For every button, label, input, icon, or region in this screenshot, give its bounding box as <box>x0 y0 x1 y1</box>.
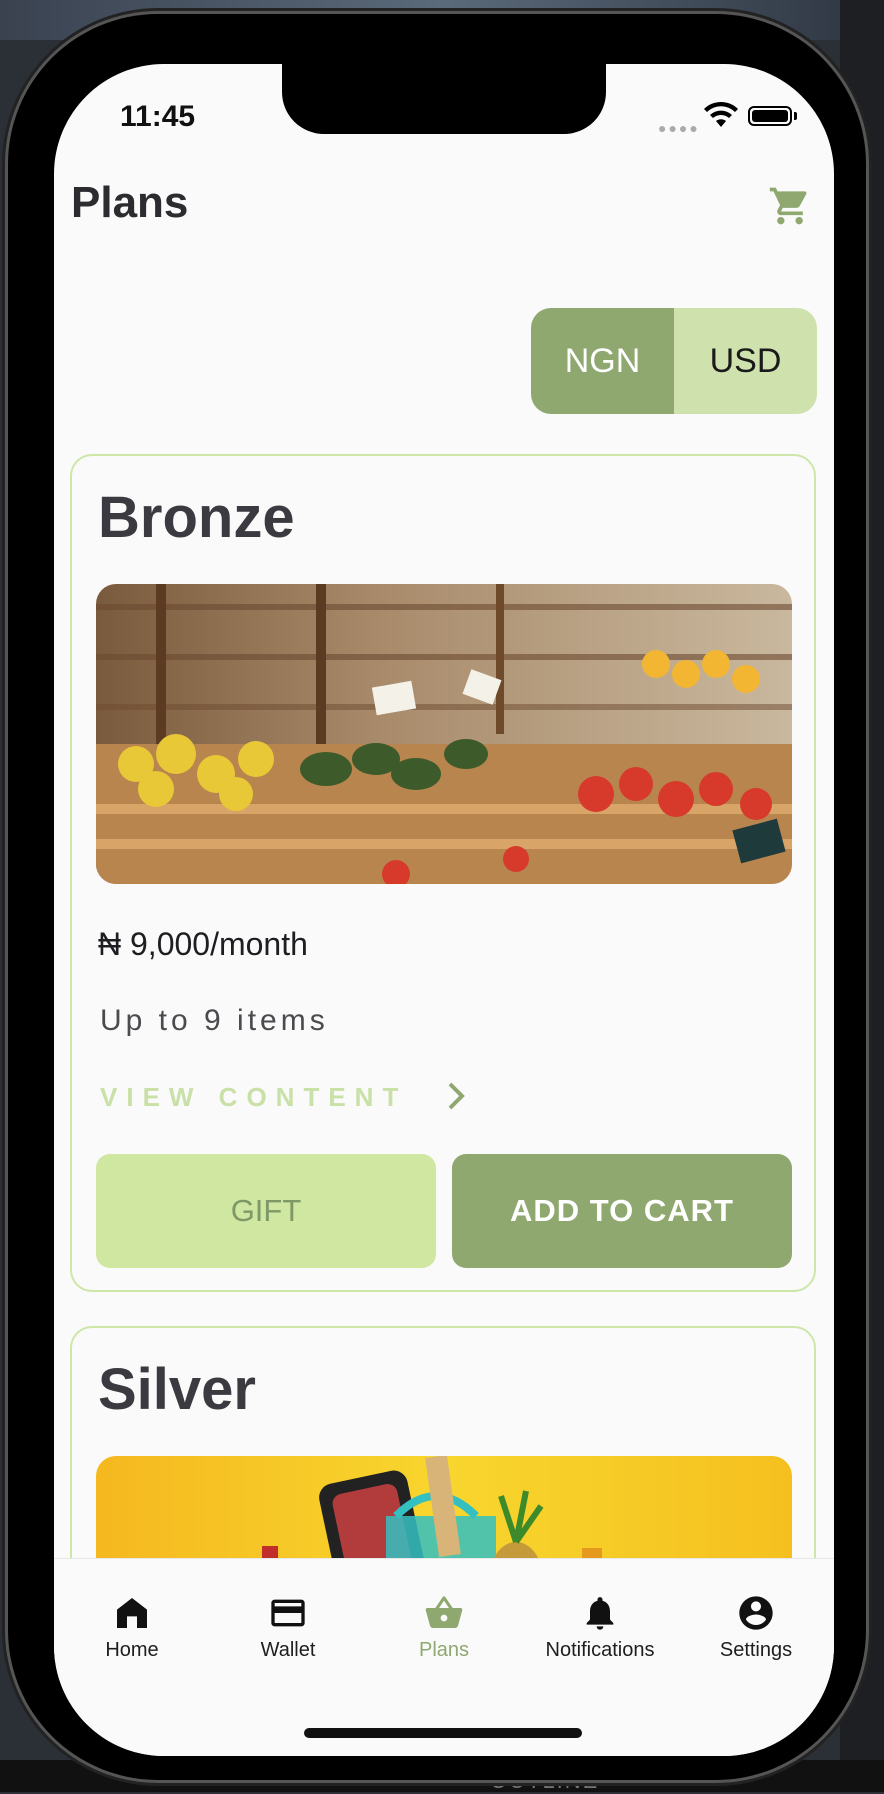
grocery-shelves-image <box>96 584 792 884</box>
plan-name: Silver <box>98 1357 256 1422</box>
tab-plans[interactable]: Plans <box>366 1593 522 1662</box>
currency-toggle: NGN USD <box>531 308 817 414</box>
view-content-link[interactable]: VIEW CONTENT <box>100 1082 407 1113</box>
battery-icon <box>748 106 792 126</box>
wifi-icon <box>704 101 738 127</box>
tab-label: Home <box>105 1639 159 1661</box>
plan-image-grocery-shelves <box>96 584 792 884</box>
plan-price: ₦ 9,000/month <box>98 926 308 962</box>
currency-ngn-button[interactable]: NGN <box>531 308 674 414</box>
account-circle-icon <box>739 1596 773 1630</box>
tab-label: Notifications <box>545 1639 655 1661</box>
home-icon <box>117 1598 147 1628</box>
add-to-cart-button[interactable]: ADD TO CART <box>452 1154 792 1268</box>
tab-label: Settings <box>719 1639 793 1661</box>
notch <box>282 64 606 134</box>
tab-label: Plans <box>418 1639 470 1661</box>
chevron-right-icon[interactable] <box>442 1080 472 1112</box>
plan-name: Bronze <box>98 485 295 550</box>
bell-icon <box>586 1597 614 1630</box>
tab-settings[interactable]: Settings <box>678 1593 834 1662</box>
plan-card-bronze: Bronze ₦ 9,000/month Up to 9 items VIEW … <box>70 454 816 1292</box>
tab-home[interactable]: Home <box>54 1593 210 1662</box>
basket-icon <box>425 1596 463 1628</box>
page-title: Plans <box>71 178 189 227</box>
currency-usd-button[interactable]: USD <box>674 308 817 414</box>
bottom-tab-bar: Home Wallet Plans Notifications Settings <box>54 1558 834 1756</box>
phone-frame: 11:45 ●●●● Plans NGN USD Bronze ₦ 9,000/… <box>8 14 866 1780</box>
cart-icon[interactable] <box>768 184 812 228</box>
tab-wallet[interactable]: Wallet <box>210 1593 366 1662</box>
plan-items-limit: Up to 9 items <box>100 1004 329 1037</box>
signal-dots-icon: ●●●● <box>658 120 700 136</box>
status-time: 11:45 <box>120 100 196 133</box>
home-indicator <box>304 1728 582 1738</box>
battery-nub <box>794 112 797 120</box>
gift-button[interactable]: GIFT <box>96 1154 436 1268</box>
app-screen: 11:45 ●●●● Plans NGN USD Bronze ₦ 9,000/… <box>54 64 834 1756</box>
tab-label: Wallet <box>260 1639 316 1661</box>
wallet-icon <box>271 1599 305 1627</box>
tab-notifications[interactable]: Notifications <box>522 1593 678 1662</box>
plan-card-silver: Silver <box>70 1326 816 1596</box>
